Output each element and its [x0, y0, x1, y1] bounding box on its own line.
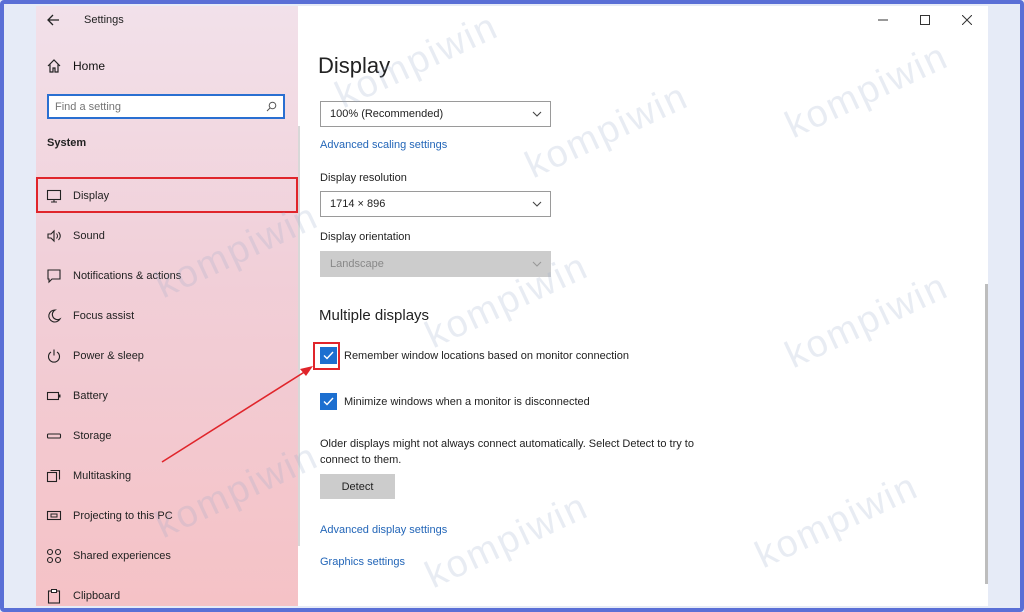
highlight-box	[313, 342, 340, 370]
home-icon	[47, 59, 61, 73]
main-scrollbar[interactable]	[985, 284, 988, 584]
multiple-displays-heading: Multiple displays	[319, 307, 430, 324]
speaker-icon	[47, 229, 61, 243]
sidebar-item-label: Sound	[73, 230, 105, 242]
search-icon	[266, 101, 277, 112]
minimize-icon	[878, 19, 888, 21]
sidebar-item-label: Multitasking	[73, 470, 132, 482]
sidebar-item-label: Clipboard	[73, 590, 121, 602]
sidebar-item-display[interactable]: Display	[36, 176, 298, 216]
orientation-dropdown[interactable]: Landscape	[320, 251, 551, 277]
chevron-down-icon	[532, 261, 542, 267]
maximize-icon	[920, 15, 930, 25]
notification-icon	[47, 269, 61, 284]
power-icon	[47, 349, 61, 363]
search-box[interactable]	[47, 94, 285, 119]
minimize-windows-checkbox[interactable]: Minimize windows when a monitor is disco…	[320, 393, 590, 410]
remember-window-checkbox[interactable]: Remember window locations based on monit…	[320, 347, 629, 364]
sidebar-item-label: Shared experiences	[73, 550, 171, 562]
search-input[interactable]	[55, 100, 255, 113]
chevron-down-icon	[532, 201, 542, 207]
orientation-label: Display orientation	[320, 231, 411, 243]
sidebar-item-label: Notifications & actions	[73, 270, 182, 282]
close-button[interactable]	[946, 6, 988, 34]
sidebar-item-notifications[interactable]: Notifications & actions	[36, 256, 298, 296]
sidebar-item-focus-assist[interactable]: Focus assist	[36, 296, 298, 336]
page-title: Display	[318, 53, 391, 78]
scale-dropdown[interactable]: 100% (Recommended)	[320, 101, 551, 127]
sidebar-scrollbar[interactable]	[298, 126, 300, 546]
sidebar-item-projecting[interactable]: Projecting to this PC	[36, 496, 298, 536]
home-link[interactable]: Home	[46, 58, 105, 74]
sidebar: Settings Home System Display Sound Notif…	[36, 6, 298, 606]
orientation-value: Landscape	[330, 258, 384, 270]
advanced-display-link[interactable]: Advanced display settings	[320, 524, 447, 536]
checkmark-icon	[323, 397, 334, 406]
resolution-value: 1714 × 896	[330, 198, 386, 210]
shared-icon	[46, 548, 62, 564]
minimize-button[interactable]	[862, 6, 904, 34]
resolution-label: Display resolution	[320, 172, 407, 184]
back-arrow-icon	[46, 14, 59, 26]
sidebar-item-multitasking[interactable]: Multitasking	[36, 456, 298, 496]
sidebar-item-label: Focus assist	[73, 310, 135, 322]
moon-icon	[48, 309, 62, 323]
scale-value: 100% (Recommended)	[330, 108, 444, 120]
battery-icon	[46, 391, 61, 401]
storage-icon	[46, 433, 62, 439]
sidebar-item-storage[interactable]: Storage	[36, 416, 298, 456]
checkbox-checked[interactable]	[320, 393, 337, 410]
window-controls	[862, 6, 988, 34]
minimize-label: Minimize windows when a monitor is disco…	[344, 395, 590, 408]
resolution-dropdown[interactable]: 1714 × 896	[320, 191, 551, 217]
sidebar-nav: Display Sound Notifications & actions Fo…	[36, 176, 298, 606]
sidebar-item-label: Battery	[73, 390, 108, 402]
section-label: System	[47, 137, 87, 149]
sidebar-item-label: Power & sleep	[73, 350, 144, 362]
graphics-settings-link[interactable]: Graphics settings	[320, 556, 405, 568]
sidebar-item-label: Display	[73, 190, 110, 202]
older-displays-text: Older displays might not always connect …	[320, 438, 694, 466]
app-title: Settings	[84, 14, 124, 26]
projector-icon	[46, 510, 62, 521]
back-button[interactable]	[36, 6, 70, 34]
sidebar-item-battery[interactable]: Battery	[36, 376, 298, 416]
multitasking-icon	[46, 469, 61, 483]
sidebar-item-sound[interactable]: Sound	[36, 216, 298, 256]
sidebar-item-shared-experiences[interactable]: Shared experiences	[36, 536, 298, 576]
detect-button[interactable]: Detect	[320, 474, 395, 499]
close-icon	[962, 15, 972, 25]
maximize-button[interactable]	[904, 6, 946, 34]
clipboard-icon	[47, 589, 61, 604]
monitor-icon	[46, 189, 62, 203]
chevron-down-icon	[532, 111, 542, 117]
main-content: Display 100% (Recommended) Advanced scal…	[313, 6, 988, 606]
sidebar-item-clipboard[interactable]: Clipboard	[36, 576, 298, 606]
home-label: Home	[73, 59, 106, 73]
sidebar-item-label: Storage	[73, 430, 112, 442]
sidebar-item-power-sleep[interactable]: Power & sleep	[36, 336, 298, 376]
advanced-scaling-link[interactable]: Advanced scaling settings	[320, 139, 447, 151]
settings-window: Settings Home System Display Sound Notif…	[36, 6, 988, 606]
title-bar: Settings	[36, 6, 298, 34]
remember-label: Remember window locations based on monit…	[344, 349, 629, 362]
sidebar-item-label: Projecting to this PC	[73, 510, 173, 522]
